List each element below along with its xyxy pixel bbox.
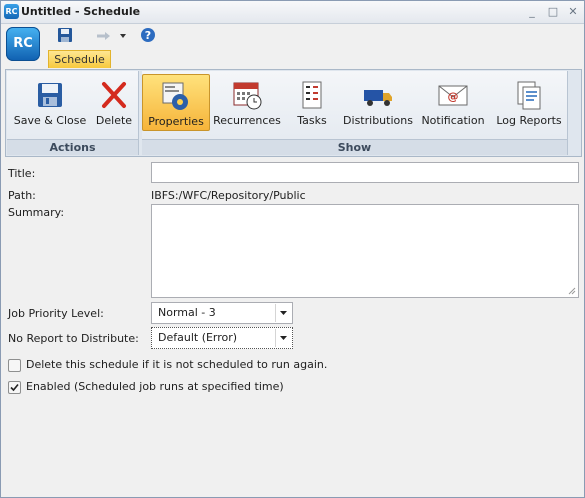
calendar-clock-icon: [231, 79, 263, 111]
delete-schedule-label: Delete this schedule if it is not schedu…: [26, 358, 328, 371]
title-input[interactable]: [151, 162, 579, 183]
save-close-button[interactable]: Save & Close: [11, 74, 89, 129]
ribbon-group-label-actions: Actions: [7, 139, 138, 155]
minimize-button[interactable]: _: [526, 6, 538, 18]
title-label: Title:: [8, 167, 36, 180]
ribbon-group-actions: Save & Close Delete Actions: [7, 71, 139, 155]
no-report-select-value: Default (Error): [158, 331, 238, 344]
priority-select-value: Normal - 3: [158, 306, 216, 319]
properties-button[interactable]: Properties: [142, 74, 210, 131]
delete-label: Delete: [95, 114, 133, 127]
window-title: Untitled - Schedule: [21, 5, 141, 18]
priority-select[interactable]: Normal - 3: [151, 302, 293, 324]
schedule-window: RC Untitled - Schedule _ □ ✕ RC ? Schedu…: [0, 0, 585, 498]
save-close-label: Save & Close: [13, 114, 87, 127]
ribbon-group-label-show: Show: [142, 139, 567, 155]
no-report-select[interactable]: Default (Error): [151, 327, 293, 349]
tab-schedule[interactable]: Schedule: [48, 50, 111, 68]
close-button[interactable]: ✕: [567, 6, 579, 18]
ribbon-group-show: Properties Recurrences Tasks Distributio…: [142, 71, 568, 155]
distributions-button[interactable]: Distributions: [342, 74, 414, 129]
distributions-label: Distributions: [343, 114, 413, 127]
delete-button[interactable]: Delete: [93, 74, 135, 129]
tasks-button[interactable]: Tasks: [288, 74, 336, 129]
svg-text:@: @: [448, 90, 459, 103]
path-label: Path:: [8, 189, 36, 202]
redo-icon[interactable]: [94, 26, 112, 44]
chevron-down-icon[interactable]: [275, 329, 291, 347]
save-icon[interactable]: [56, 26, 74, 44]
email-icon: @: [437, 79, 469, 111]
delete-schedule-checkbox[interactable]: [8, 359, 21, 372]
delete-icon: [98, 79, 130, 111]
log-reports-button[interactable]: Log Reports: [494, 74, 564, 129]
app-menu-button[interactable]: RC: [6, 27, 40, 61]
notification-label: Notification: [421, 114, 485, 127]
help-icon[interactable]: ?: [139, 26, 157, 44]
tasks-icon: [296, 79, 328, 111]
recurrences-label: Recurrences: [213, 114, 281, 127]
app-icon: RC: [4, 4, 19, 19]
summary-textarea[interactable]: [151, 204, 579, 298]
dropdown-icon[interactable]: [118, 26, 128, 44]
priority-label: Job Priority Level:: [8, 307, 104, 320]
path-value: IBFS:/WFC/Repository/Public: [151, 189, 306, 202]
log-report-icon: [513, 79, 545, 111]
title-bar: RC Untitled - Schedule _ □ ✕: [1, 1, 584, 24]
svg-text:?: ?: [145, 29, 151, 42]
log-reports-label: Log Reports: [496, 114, 562, 127]
recurrences-button[interactable]: Recurrences: [212, 74, 282, 129]
resize-grip-icon[interactable]: [568, 287, 576, 295]
ribbon: Save & Close Delete Actions Properties R…: [5, 69, 582, 157]
enabled-checkbox[interactable]: [8, 381, 21, 394]
tasks-label: Tasks: [297, 114, 327, 127]
properties-label: Properties: [148, 115, 204, 128]
enabled-label: Enabled (Scheduled job runs at specified…: [26, 380, 284, 393]
chevron-down-icon[interactable]: [275, 304, 291, 322]
checkmark-icon: [10, 383, 19, 392]
save-close-icon: [34, 79, 66, 111]
notification-button[interactable]: @ Notification: [420, 74, 486, 129]
properties-icon: [160, 80, 192, 112]
truck-icon: [362, 79, 394, 111]
maximize-button[interactable]: □: [547, 6, 559, 18]
no-report-label: No Report to Distribute:: [8, 332, 139, 345]
summary-label: Summary:: [8, 206, 65, 219]
